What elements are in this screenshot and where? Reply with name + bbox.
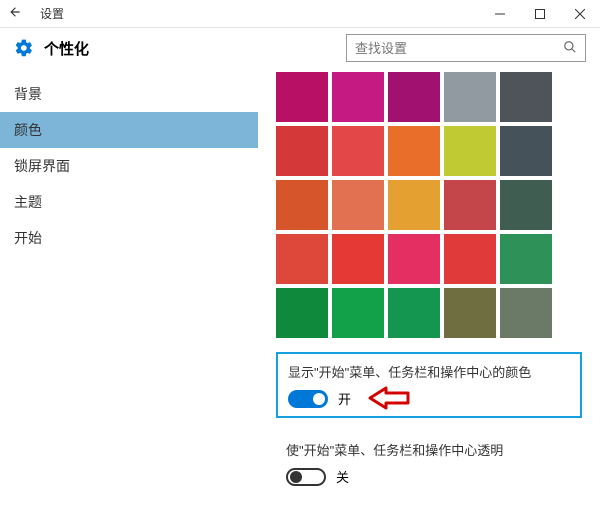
color-swatch[interactable]: [500, 288, 552, 338]
sidebar-item-label: 背景: [14, 84, 42, 104]
search-icon: [563, 40, 577, 57]
sidebar-item-background[interactable]: 背景: [0, 76, 258, 112]
color-swatch[interactable]: [500, 180, 552, 230]
color-swatch[interactable]: [444, 72, 496, 122]
color-swatch[interactable]: [332, 234, 384, 284]
color-swatch[interactable]: [276, 126, 328, 176]
color-swatch[interactable]: [444, 234, 496, 284]
color-swatch[interactable]: [388, 234, 440, 284]
color-swatch[interactable]: [276, 72, 328, 122]
close-button[interactable]: [560, 0, 600, 28]
color-swatch[interactable]: [444, 288, 496, 338]
toggle-state: 关: [336, 467, 349, 486]
color-swatch[interactable]: [332, 288, 384, 338]
option-show-color: 显示"开始"菜单、任务栏和操作中心的颜色 开: [276, 352, 582, 418]
sidebar-item-lockscreen[interactable]: 锁屏界面: [0, 148, 258, 184]
back-button[interactable]: [8, 5, 32, 22]
sidebar-item-label: 锁屏界面: [14, 156, 70, 176]
color-swatch[interactable]: [388, 180, 440, 230]
color-swatch[interactable]: [500, 126, 552, 176]
color-swatch[interactable]: [500, 72, 552, 122]
toggle-state: 开: [338, 389, 351, 408]
search-input[interactable]: [346, 34, 586, 62]
color-swatch[interactable]: [444, 126, 496, 176]
sidebar-item-label: 开始: [14, 228, 42, 248]
search-field[interactable]: [355, 41, 563, 56]
toggle-show-color[interactable]: [288, 390, 328, 408]
option-transparency: 使"开始"菜单、任务栏和操作中心透明 关: [276, 432, 582, 494]
toggle-transparency[interactable]: [286, 468, 326, 486]
color-palette: [276, 72, 582, 338]
maximize-button[interactable]: [520, 0, 560, 28]
page-title: 个性化: [44, 38, 89, 59]
color-swatch[interactable]: [500, 234, 552, 284]
sidebar-item-label: 主题: [14, 192, 42, 212]
sidebar: 背景 颜色 锁屏界面 主题 开始: [0, 68, 258, 511]
annotation-arrow-icon: [368, 385, 412, 416]
option-label: 显示"开始"菜单、任务栏和操作中心的颜色: [288, 362, 570, 381]
color-swatch[interactable]: [276, 288, 328, 338]
sidebar-item-start[interactable]: 开始: [0, 220, 258, 256]
gear-icon: [14, 38, 34, 58]
color-swatch[interactable]: [388, 288, 440, 338]
sidebar-item-label: 颜色: [14, 120, 42, 140]
color-swatch[interactable]: [444, 180, 496, 230]
main-content: 显示"开始"菜单、任务栏和操作中心的颜色 开 使"开始"菜单、任务栏和操作中心透…: [258, 68, 600, 511]
color-swatch[interactable]: [332, 180, 384, 230]
color-swatch[interactable]: [332, 72, 384, 122]
high-contrast-link[interactable]: 高对比度设置: [276, 508, 582, 511]
color-swatch[interactable]: [388, 126, 440, 176]
sidebar-item-themes[interactable]: 主题: [0, 184, 258, 220]
header: 个性化: [0, 28, 600, 68]
minimize-button[interactable]: [480, 0, 520, 28]
color-swatch[interactable]: [276, 234, 328, 284]
color-swatch[interactable]: [388, 72, 440, 122]
option-label: 使"开始"菜单、任务栏和操作中心透明: [286, 440, 572, 459]
color-swatch[interactable]: [332, 126, 384, 176]
window-title: 设置: [40, 5, 64, 22]
title-bar: 设置: [0, 0, 600, 28]
color-swatch[interactable]: [276, 180, 328, 230]
sidebar-item-colors[interactable]: 颜色: [0, 112, 258, 148]
